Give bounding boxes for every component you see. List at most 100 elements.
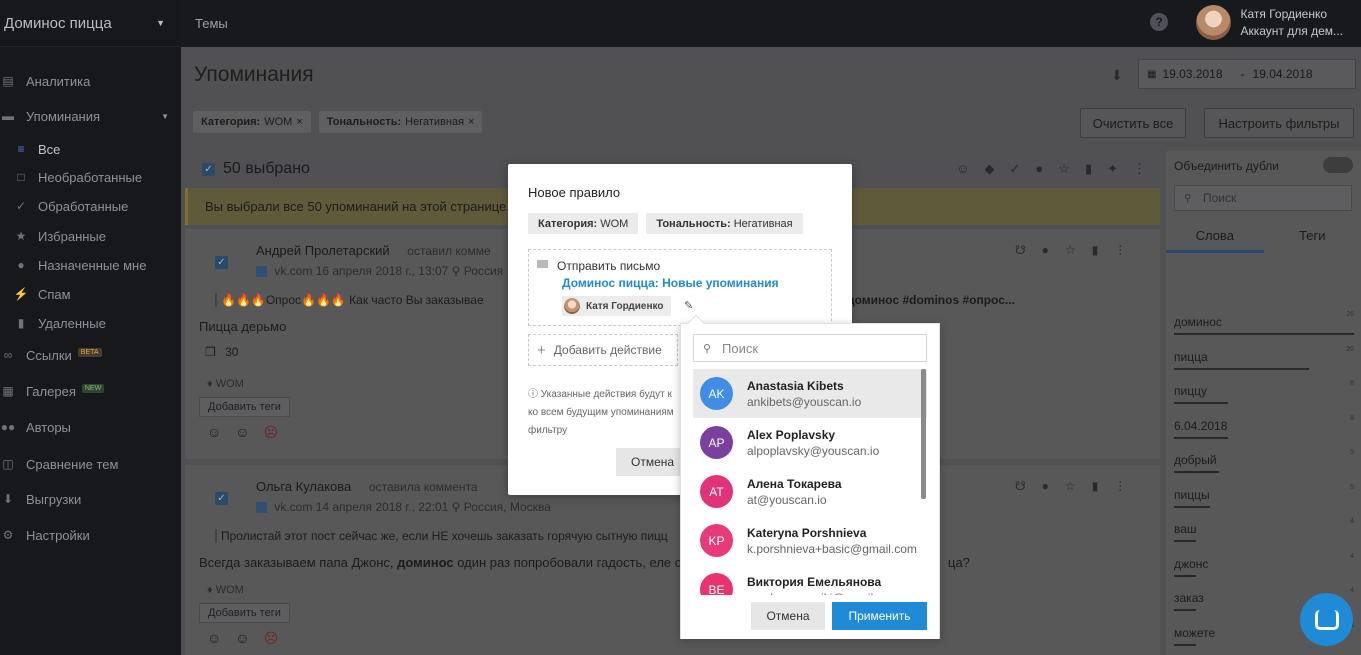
- download-icon[interactable]: ⬇: [1111, 67, 1123, 84]
- share-icon[interactable]: ☋: [1015, 243, 1026, 257]
- nav-mentions[interactable]: ▬ Упоминания ▼: [0, 104, 175, 128]
- chat-icon: [1314, 609, 1339, 630]
- neutral-icon[interactable]: ☺: [235, 424, 249, 441]
- add-tags-button[interactable]: Добавить теги: [199, 397, 290, 417]
- word-item[interactable]: добрый 5: [1174, 449, 1354, 473]
- date-range-picker[interactable]: ▦ 19.03.2018 - 19.04.2018: [1138, 59, 1356, 89]
- word-item[interactable]: 6.04.2018 8: [1174, 415, 1354, 439]
- nav-analytics[interactable]: ▤ Аналитика: [0, 69, 90, 93]
- nav-processed[interactable]: ✓ Обработанные: [14, 194, 128, 218]
- word-text: заказ: [1174, 591, 1204, 605]
- filter-chip-tone[interactable]: Тональность: Негативная ×: [318, 111, 483, 133]
- recipient-option[interactable]: AK Anastasia Kibets ankibets@youscan.io: [693, 369, 927, 418]
- star-icon[interactable]: ☆: [1065, 243, 1076, 257]
- nav-deleted[interactable]: ▮ Удаленные: [14, 311, 106, 335]
- apply-button[interactable]: Применить: [832, 602, 927, 630]
- check-icon[interactable]: ✓: [1010, 161, 1021, 177]
- user-icon[interactable]: ●: [1035, 161, 1043, 177]
- send-email-action[interactable]: Отправить письмо Доминос пицца: Новые уп…: [528, 249, 832, 326]
- nav-assigned[interactable]: ● Назначенные мне: [14, 253, 146, 277]
- user-account: Аккаунт для дем...: [1240, 23, 1343, 38]
- recipient-option[interactable]: AP Alex Poplavsky alpoplavsky@youscan.io: [693, 418, 927, 467]
- nav-links[interactable]: ∞ Ссылки BETA: [0, 343, 102, 367]
- more-icon[interactable]: ⋮: [1114, 479, 1126, 493]
- recipient-search-input[interactable]: ⚲ Поиск: [693, 334, 927, 362]
- nav-exports[interactable]: ⬇ Выгрузки: [0, 487, 81, 511]
- user-menu[interactable]: Катя Гордиенко Аккаунт для дем...: [1196, 5, 1343, 40]
- share-icon[interactable]: ☋: [1015, 479, 1026, 493]
- negative-icon[interactable]: ☹: [264, 630, 279, 647]
- recipient-option[interactable]: AT Алена Токарева at@youscan.io: [693, 467, 927, 516]
- word-item[interactable]: пицца 20: [1174, 346, 1354, 370]
- user-icon[interactable]: ●: [1042, 243, 1049, 257]
- dash: -: [1240, 67, 1245, 81]
- avatar: AK: [700, 377, 733, 410]
- word-item[interactable]: доминос 26: [1174, 311, 1354, 335]
- nav-authors[interactable]: ●● Авторы: [0, 415, 71, 439]
- words-search-input[interactable]: ⚲ Поиск: [1174, 185, 1352, 211]
- recipient-chip[interactable]: Катя Гордиенко: [562, 296, 671, 316]
- user-icon[interactable]: ●: [1042, 479, 1049, 493]
- star-icon[interactable]: ☆: [1065, 479, 1076, 493]
- trash-icon[interactable]: ▮: [1092, 479, 1099, 493]
- author-name[interactable]: Андрей Пролетарский: [256, 243, 390, 258]
- help-icon[interactable]: ?: [1150, 13, 1168, 31]
- setup-filters-button[interactable]: Настроить фильтры: [1204, 108, 1354, 138]
- tab-tags[interactable]: Теги: [1264, 223, 1361, 253]
- word-item[interactable]: пиццы 5: [1174, 484, 1354, 508]
- close-icon[interactable]: ×: [468, 116, 474, 128]
- nav-unprocessed[interactable]: □ Необработанные: [14, 165, 142, 189]
- nav-all[interactable]: ≡ Все: [14, 137, 60, 161]
- recipient-option[interactable]: KP Kateryna Porshnieva k.porshnieva+basic@…: [693, 516, 927, 565]
- trash-icon[interactable]: ▮: [1085, 161, 1092, 177]
- smile-icon[interactable]: ☺: [956, 161, 969, 177]
- more-icon[interactable]: ⋮: [1133, 161, 1146, 177]
- positive-icon[interactable]: ☺: [207, 630, 221, 647]
- mention-checkbox[interactable]: ✓: [215, 492, 228, 505]
- recipient-option[interactable]: BEВиктория Емельяноваemelyanova.viki@gma…: [693, 565, 927, 595]
- topics-link[interactable]: Темы: [195, 16, 228, 31]
- chat-button[interactable]: [1300, 593, 1353, 646]
- source[interactable]: vk.com: [274, 264, 312, 278]
- post-date[interactable]: 14 апреля 2018 г., 22:01: [316, 500, 449, 514]
- post-text-cont: один раз попробовали гадость, еле съел: [457, 555, 704, 570]
- search-icon: ⚲: [703, 343, 712, 355]
- nav-settings[interactable]: ⚙ Настройки: [0, 523, 90, 547]
- merge-dupes-toggle[interactable]: [1323, 157, 1353, 173]
- positive-icon[interactable]: ☺: [207, 424, 221, 441]
- nav-compare[interactable]: ◫ Сравнение тем: [0, 452, 118, 476]
- mention-checkbox[interactable]: ✓: [215, 256, 228, 269]
- word-item[interactable]: джонс 4: [1174, 553, 1354, 577]
- nav-favorites[interactable]: ★ Избранные: [14, 224, 106, 248]
- source[interactable]: vk.com: [274, 500, 312, 514]
- nav-spam[interactable]: ⚡ Спам: [14, 282, 71, 306]
- plus-icon: +: [537, 341, 546, 359]
- post-date[interactable]: 16 апреля 2018 г., 13:07: [316, 264, 449, 278]
- tab-words[interactable]: Слова: [1166, 223, 1264, 253]
- neutral-icon[interactable]: ☺: [235, 630, 249, 647]
- dropdown-scrollbar[interactable]: [921, 369, 926, 499]
- location: Россия: [463, 264, 504, 278]
- select-all-checkbox[interactable]: ✓: [202, 162, 215, 176]
- word-item[interactable]: пиццу 8: [1174, 380, 1354, 404]
- more-icon[interactable]: ⋮: [1114, 243, 1126, 257]
- filter-chip-category[interactable]: Категория: WOM ×: [193, 111, 311, 133]
- vk-icon: [256, 502, 267, 514]
- tag-icon[interactable]: ◆: [985, 161, 995, 177]
- star-icon[interactable]: ☆: [1058, 161, 1070, 177]
- author-name[interactable]: Ольга Кулакова: [256, 479, 351, 494]
- nav-gallery[interactable]: ▦ Галерея NEW: [0, 379, 105, 403]
- clear-all-button[interactable]: Очистить все: [1080, 108, 1186, 138]
- email-subject-link[interactable]: Доминос пицца: Новые упоминания: [562, 276, 779, 290]
- chart-icon: ▤: [2, 74, 14, 88]
- add-action-button[interactable]: + Добавить действие: [528, 334, 678, 366]
- add-tags-button[interactable]: Добавить теги: [199, 603, 290, 623]
- negative-icon[interactable]: ☹: [264, 424, 279, 441]
- project-selector[interactable]: Доминос пицца ▼: [0, 0, 181, 47]
- pencil-icon[interactable]: ✎: [684, 299, 693, 312]
- cancel-button[interactable]: Отмена: [751, 602, 825, 630]
- word-item[interactable]: ваш 4: [1174, 518, 1354, 542]
- close-icon[interactable]: ×: [296, 116, 302, 128]
- magic-wand-icon[interactable]: ✦: [1107, 161, 1118, 177]
- trash-icon[interactable]: ▮: [1092, 243, 1099, 257]
